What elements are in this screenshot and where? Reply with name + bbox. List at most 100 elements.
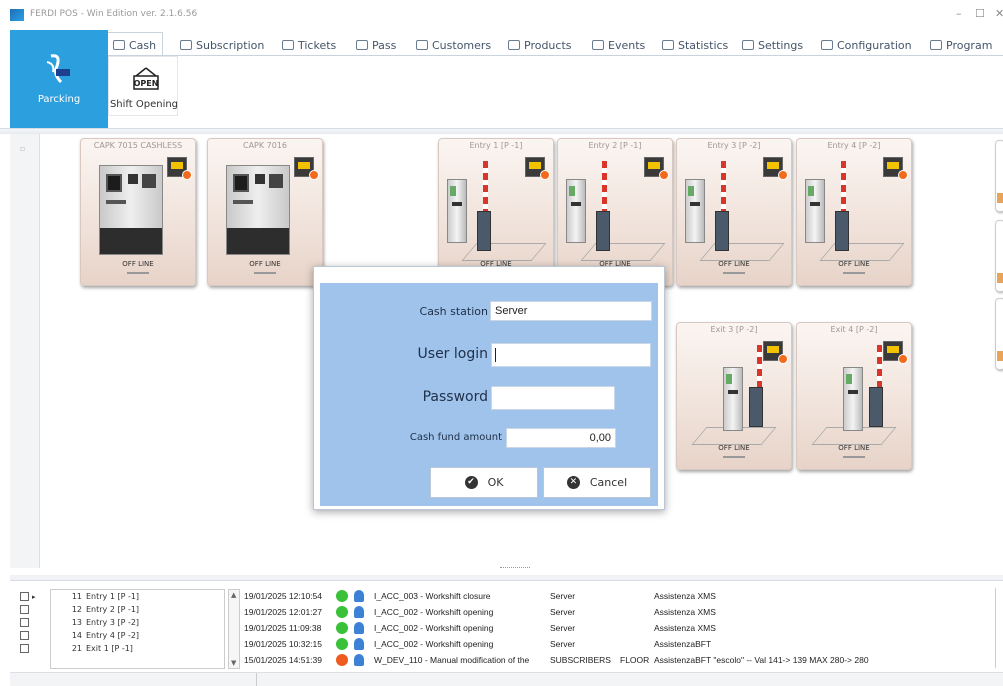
device-card-entry-2[interactable]: Entry 2 [P -1] OFF LINE [557,138,673,286]
tab-label: Subscription [196,38,265,52]
row-checkbox[interactable] [20,631,29,640]
scroll-up-icon[interactable]: ▲ [231,591,236,599]
row-checkbox[interactable] [20,605,29,614]
device-status: OFF LINE [718,444,750,452]
cash-register-icon [113,40,125,50]
device-card-entry-1[interactable]: Entry 1 [P -1] OFF LINE [438,138,554,286]
cash-fund-input[interactable]: 0,00 [506,428,616,448]
device-number: 21 [71,644,82,653]
alarm-icon[interactable] [883,341,908,364]
alarm-icon[interactable] [644,157,669,180]
exit-column-image [723,367,743,431]
alarm-icon[interactable] [763,341,788,364]
event-operator: Assistenza XMS [654,607,716,617]
event-description: I_ACC_003 - Workshift closure [374,591,491,601]
device-card-exit-3[interactable]: Exit 3 [P -2] OFF LINE [676,322,792,470]
event-time: 19/01/2025 12:01:27 [244,607,322,617]
device-list-row[interactable]: ▸ 11 Entry 1 [P -1] [10,591,230,602]
event-row[interactable]: 19/01/2025 12:10:54 I_ACC_003 - Workshif… [244,589,1003,604]
side-panel-strip[interactable]: ▫ [10,134,40,568]
event-time: 19/01/2025 12:10:54 [244,591,322,601]
device-name: CAPK 7015 CASHLESS [93,141,183,150]
event-row[interactable]: 15/01/2025 14:51:39 W_DEV_110 - Manual m… [244,653,1003,668]
device-card-exit-4[interactable]: Exit 4 [P -2] OFF LINE [796,322,912,470]
event-description: I_ACC_002 - Workshift opening [374,639,494,649]
device-card-partial[interactable] [995,298,1003,370]
app-icon [10,9,24,21]
event-operator: Assistenza XMS [654,623,716,633]
gear-icon [821,40,833,50]
products-icon [508,40,520,50]
ok-button[interactable]: ✔ OK [430,467,538,498]
device-number: 13 [71,618,82,627]
maximize-button[interactable]: ☐ [975,7,985,20]
device-list-row[interactable]: 14 Entry 4 [P -2] [10,630,230,641]
device-name: Entry 4 [P -2] [86,631,140,640]
password-input[interactable] [491,386,615,410]
cash-station-field[interactable]: Server [490,301,652,321]
password-label: Password [422,389,488,405]
status-bar [843,272,865,274]
parking-home-tile[interactable]: Parcking [10,30,108,128]
entry-column-image [685,179,705,243]
statistics-icon [662,40,674,50]
device-card-entry-3[interactable]: Entry 3 [P -2] OFF LINE [676,138,792,286]
device-number: 14 [71,631,82,640]
device-list-row[interactable]: 13 Entry 3 [P -2] [10,617,230,628]
status-ok-icon [336,606,348,618]
event-description: W_DEV_110 - Manual modification of the [374,655,530,665]
device-name: Exit 1 [P -1] [86,644,133,653]
event-station: Server [550,607,576,617]
cancel-button[interactable]: ✕ Cancel [543,467,651,498]
cancel-label: Cancel [589,476,628,489]
device-card-capk-7016[interactable]: CAPK 7016 OFF LINE [207,138,323,286]
status-bar-strip [10,672,1003,686]
tab-label: Cash [129,38,157,52]
device-status: OFF LINE [122,260,154,268]
pin-icon[interactable]: ▫ [20,144,25,153]
row-checkbox[interactable] [20,618,29,627]
panel-splitter[interactable] [500,567,530,569]
device-list-row[interactable]: 12 Entry 2 [P -1] [10,604,230,615]
ribbon-panel: OPEN Shift Opening [108,56,1003,128]
device-card-partial[interactable] [995,140,1003,212]
device-card-partial[interactable] [995,220,1003,292]
user-login-input[interactable] [491,343,651,367]
row-pointer-icon: ▸ [32,592,36,601]
alarm-icon[interactable] [294,157,319,180]
tab-label: Program [946,38,993,52]
device-card-entry-4[interactable]: Entry 4 [P -2] OFF LINE [796,138,912,286]
alarm-icon[interactable] [167,157,192,180]
event-operator: Assistenza XMS [654,591,716,601]
customers-icon [416,40,428,50]
events-icon [592,40,604,50]
row-checkbox[interactable] [20,644,29,653]
alarm-icon[interactable] [525,157,550,180]
device-list-row[interactable]: 21 Exit 1 [P -1] [10,643,230,654]
device-name: Exit 3 [P -2] [710,325,758,334]
device-name: Entry 2 [P -1] [588,141,642,150]
device-card-capk-7015[interactable]: CAPK 7015 CASHLESS OFF LINE [80,138,196,286]
user-icon [354,638,364,650]
minimize-button[interactable]: – [956,7,962,20]
alarm-icon[interactable] [883,157,908,180]
pay-station-image [99,165,163,255]
shift-opening-button[interactable]: OPEN Shift Opening [108,56,178,116]
right-scrollbar[interactable] [995,588,1003,668]
event-log-scrollbar[interactable]: ▲ ▼ [228,589,240,669]
shift-opening-label: Shift Opening [109,99,179,110]
row-checkbox[interactable] [20,592,29,601]
tab-label: Products [524,38,572,52]
event-row[interactable]: 19/01/2025 10:32:15 I_ACC_002 - Workshif… [244,637,1003,652]
event-description: I_ACC_002 - Workshift opening [374,623,494,633]
scroll-down-icon[interactable]: ▼ [231,659,236,667]
alarm-icon[interactable] [763,157,788,180]
event-row[interactable]: 19/01/2025 12:01:27 I_ACC_002 - Workshif… [244,605,1003,620]
tab-label: Configuration [837,38,912,52]
event-row[interactable]: 19/01/2025 11:09:38 I_ACC_002 - Workshif… [244,621,1003,636]
status-warning-icon [336,654,348,666]
tab-label: Events [608,38,646,52]
status-bar [254,272,276,274]
close-button[interactable]: ✕ [995,7,1003,20]
event-operator: AssistenzaBFT "escolo" -- Val 141-> 139 … [654,655,869,665]
